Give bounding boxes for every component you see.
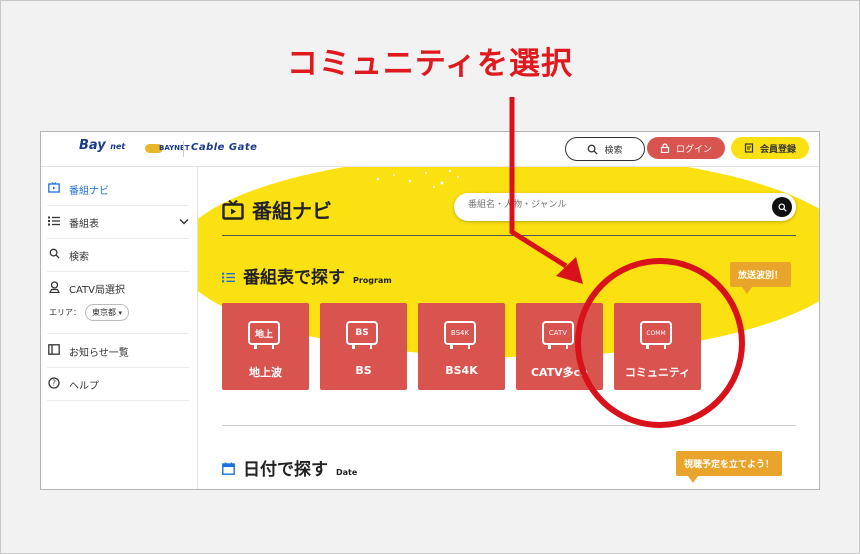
logo-bay-text: Bay (79, 138, 106, 153)
app-screenshot: Bay net BAYNET Cable Gate 検索 ログイン 会員登録 番… (40, 131, 820, 490)
tv-icon: 地上 (248, 321, 280, 349)
tv-icon (47, 182, 61, 196)
sidebar-item-catv-select[interactable]: CATV局選択 (47, 272, 189, 304)
tv-icon: BS (346, 321, 378, 349)
tile-catv[interactable]: CATV CATV多ch (516, 303, 603, 390)
sidebar-item-help[interactable]: ? ヘルプ (47, 368, 189, 401)
lock-icon (660, 143, 670, 153)
page-title-text: 番組ナビ (252, 199, 332, 223)
sidebar-item-label: 番組表 (69, 218, 99, 230)
login-button-label: ログイン (675, 144, 712, 155)
search-icon (588, 144, 599, 155)
list-icon (47, 216, 61, 229)
section-title-en: Program (353, 276, 392, 285)
form-icon (744, 143, 754, 153)
chevron-down-icon[interactable] (179, 217, 189, 228)
site-header: Bay net BAYNET Cable Gate 検索 ログイン 会員登録 (41, 132, 819, 167)
tile-community[interactable]: COMM コミュニティ (614, 303, 701, 390)
help-icon: ? (47, 376, 61, 392)
signup-button-label: 会員登録 (759, 144, 796, 155)
sidebar-item-label: お知らせ一覧 (69, 347, 129, 359)
tile-label: BS (355, 364, 372, 377)
tile-terrestrial[interactable]: 地上 地上波 (222, 303, 309, 390)
search-icon (777, 202, 787, 212)
sidebar-item-label: CATV局選択 (69, 284, 125, 296)
section-divider (222, 425, 796, 426)
logo-divider (183, 141, 184, 157)
tile-bs[interactable]: BS BS (320, 303, 407, 390)
sidebar-item-program-navi[interactable]: 番組ナビ (47, 173, 189, 206)
cable-gate-logo[interactable]: Cable Gate (191, 142, 257, 153)
section-title-en: Date (336, 468, 358, 477)
tile-label: コミュニティ (624, 366, 691, 379)
program-search-box (454, 193, 796, 221)
logo-net-text: net (110, 142, 126, 151)
tile-label: 地上波 (249, 366, 282, 379)
annotation-text: コミュニティを選択 (286, 46, 574, 82)
svg-text:?: ? (52, 378, 56, 387)
list-icon (222, 272, 235, 286)
area-selector-row: エリア： 東京都 ▾ (49, 304, 130, 321)
section-title-text: 番組表で探す (243, 268, 345, 288)
section-title-text: 日付で探す (243, 460, 328, 480)
bay-net-logo[interactable]: Bay net (79, 138, 125, 153)
program-section-title: 番組表で探す Program (222, 263, 392, 288)
tv-icon: BS4K (444, 321, 476, 349)
calendar-icon (222, 462, 235, 478)
sidebar-item-label: ヘルプ (69, 380, 99, 392)
search-button-label: 検索 (604, 145, 623, 156)
search-submit-button[interactable] (772, 197, 792, 217)
search-icon (47, 248, 61, 262)
sidebar-item-label: 番組ナビ (69, 185, 109, 197)
user-pin-icon (47, 280, 61, 296)
tile-bs4k[interactable]: BS4K BS4K (418, 303, 505, 390)
area-select-value: 東京都 (92, 308, 116, 317)
sidebar-item-label: 検索 (69, 251, 89, 263)
tv-icon: COMM (640, 321, 672, 349)
login-button[interactable]: ログイン (647, 137, 725, 159)
tv-icon: CATV (542, 321, 574, 349)
sidebar-item-notices[interactable]: お知らせ一覧 (47, 335, 189, 368)
chevron-down-icon: ▾ (118, 309, 123, 317)
page-title: 番組ナビ (222, 195, 332, 224)
plan-viewing-bubble: 視聴予定を立てよう！ (676, 451, 783, 483)
ring-logo-text: BAYNET (159, 144, 190, 152)
sidebar-divider (47, 333, 189, 334)
tv-icon (222, 199, 244, 220)
book-icon (47, 344, 61, 358)
signup-button[interactable]: 会員登録 (731, 137, 809, 159)
main-content: 番組ナビ 番組表で探す Program 放送波別！ 地上 地上波 BS BS B… (198, 167, 819, 489)
sidebar: 番組ナビ 番組表 検索 CATV局選択 エリア： 東京都 ▾ お知らせ一覧 ? … (41, 167, 198, 489)
tile-label: BS4K (445, 364, 478, 377)
sidebar-item-program-guide[interactable]: 番組表 (47, 206, 189, 239)
date-section-title: 日付で探す Date (222, 455, 357, 480)
tile-label: CATV多ch (530, 366, 589, 379)
sidebar-item-search[interactable]: 検索 (47, 239, 189, 272)
area-select[interactable]: 東京都 ▾ (85, 304, 130, 321)
header-search-button[interactable]: 検索 (565, 137, 645, 161)
area-label: エリア： (49, 308, 81, 317)
broadcast-type-bubble: 放送波別！ (730, 262, 792, 294)
title-divider (222, 235, 796, 236)
program-search-input[interactable] (466, 199, 770, 211)
